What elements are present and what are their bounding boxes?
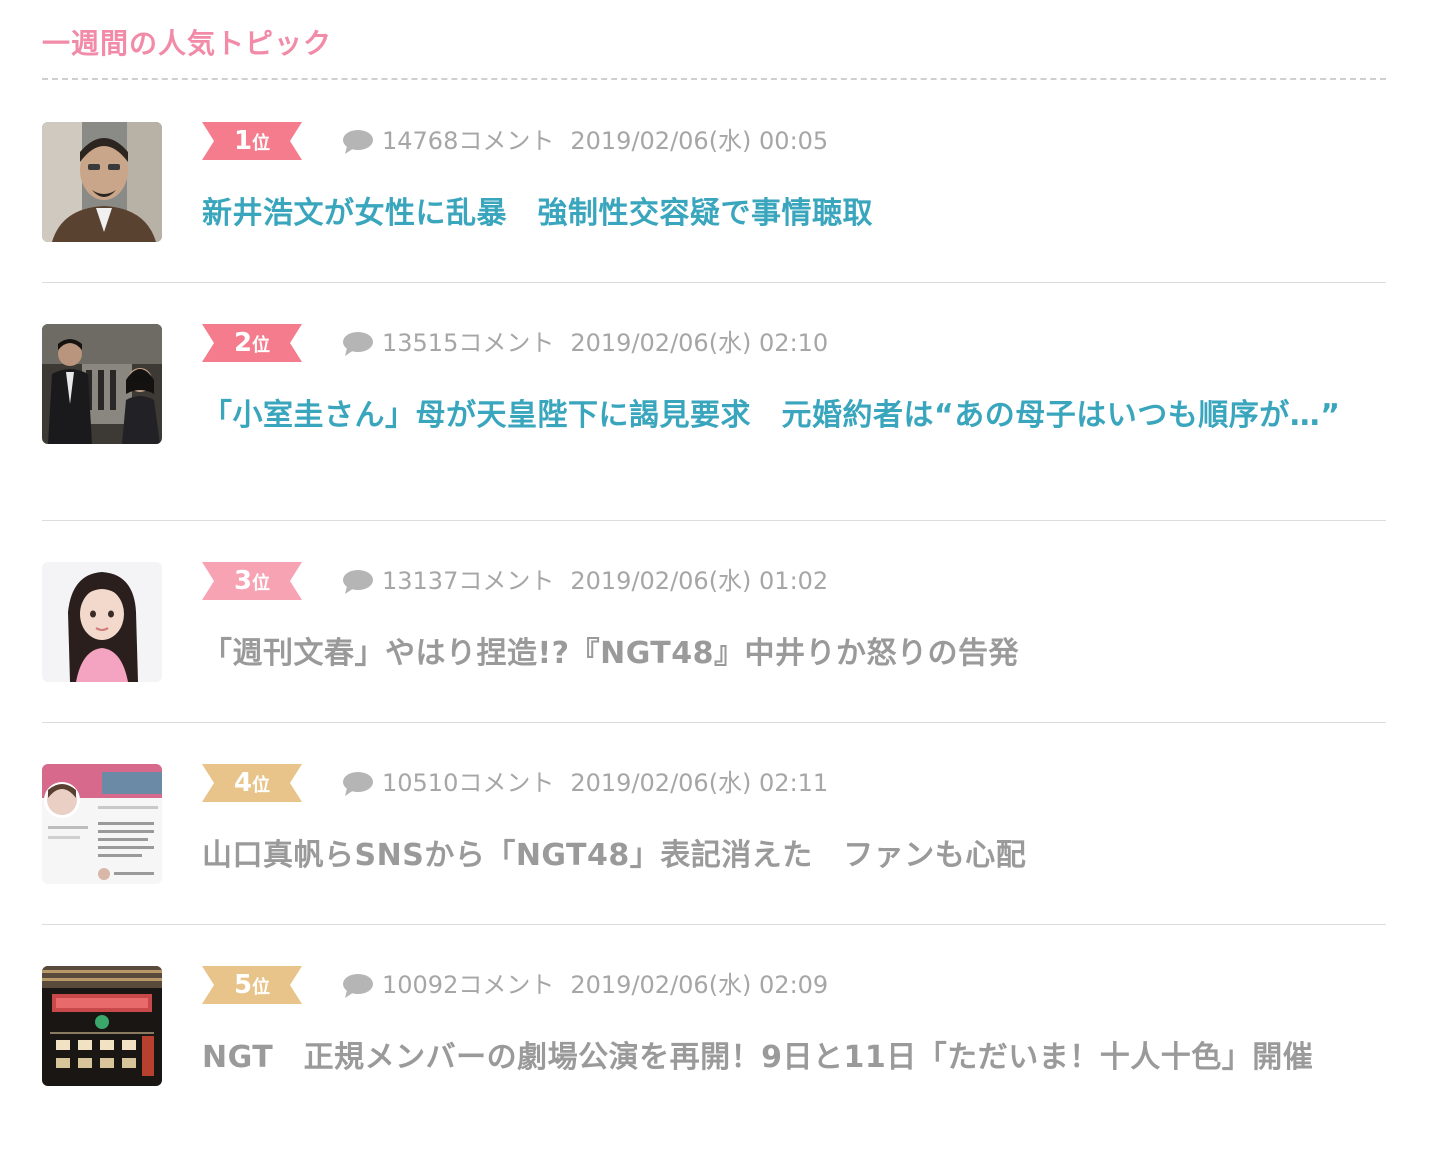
topic-thumbnail[interactable] (42, 324, 162, 444)
rank-badge: 3位 (202, 562, 302, 600)
comment-bubble-icon (342, 129, 374, 155)
rank-number: 4 (233, 768, 253, 798)
comment-bubble-icon (342, 973, 374, 999)
topic-meta: 13515コメント 2019/02/06(水) 02:10 (342, 326, 828, 360)
post-date: 2019/02/06(水) 02:11 (570, 769, 829, 797)
item-divider (42, 924, 1386, 925)
topic-thumbnail[interactable] (42, 562, 162, 682)
post-date: 2019/02/06(水) 00:05 (570, 127, 829, 155)
topic-meta: 14768コメント 2019/02/06(水) 00:05 (342, 124, 828, 158)
section-title: 一週間の人気トピック (42, 27, 333, 60)
rank-suffix: 位 (252, 573, 271, 594)
post-date: 2019/02/06(水) 02:10 (570, 329, 829, 357)
topic-title-link[interactable]: 山口真帆らSNSから「NGT48」表記消えた ファンも心配 (202, 834, 1362, 878)
topic-title-link[interactable]: 「週刊文春」やはり捏造!?『NGT48』中井りか怒りの告発 (202, 632, 1362, 676)
comment-count: 13515コメント (382, 329, 555, 357)
title-divider (42, 78, 1386, 80)
topic-title-link[interactable]: NGT 正規メンバーの劇場公演を再開！9日と11日「ただいま！十人十色」開催 (202, 1036, 1362, 1080)
topic-thumbnail[interactable] (42, 764, 162, 884)
comment-count: 13137コメント (382, 567, 555, 595)
popular-topics-widget: 一週間の人気トピック 1位 14768コメント 2019/02/06(水) 00… (0, 0, 1436, 1161)
rank-badge: 4位 (202, 764, 302, 802)
rank-badge: 2位 (202, 324, 302, 362)
rank-badge: 1位 (202, 122, 302, 160)
post-date: 2019/02/06(水) 02:09 (570, 971, 829, 999)
topic-meta: 10092コメント 2019/02/06(水) 02:09 (342, 968, 828, 1002)
comment-count: 10510コメント (382, 769, 555, 797)
comment-bubble-icon (342, 569, 374, 595)
item-divider (42, 722, 1386, 723)
topic-title-link[interactable]: 「小室圭さん」母が天皇陛下に謁見要求 元婚約者は“あの母子はいつも順序が…” (202, 394, 1362, 438)
comment-bubble-icon (342, 331, 374, 357)
topic-thumbnail[interactable] (42, 122, 162, 242)
topic-meta: 13137コメント 2019/02/06(水) 01:02 (342, 564, 828, 598)
topic-thumbnail[interactable] (42, 966, 162, 1086)
post-date: 2019/02/06(水) 01:02 (570, 567, 829, 595)
rank-suffix: 位 (252, 335, 271, 356)
topic-title-link[interactable]: 新井浩文が女性に乱暴 強制性交容疑で事情聴取 (202, 192, 1362, 236)
rank-suffix: 位 (252, 977, 271, 998)
comment-count: 14768コメント (382, 127, 555, 155)
rank-number: 2 (233, 328, 253, 358)
rank-number: 1 (233, 126, 253, 156)
rank-suffix: 位 (252, 775, 271, 796)
rank-number: 3 (233, 566, 253, 596)
comment-bubble-icon (342, 771, 374, 797)
item-divider (42, 520, 1386, 521)
rank-suffix: 位 (252, 133, 271, 154)
comment-count: 10092コメント (382, 971, 555, 999)
topic-meta: 10510コメント 2019/02/06(水) 02:11 (342, 766, 828, 800)
item-divider (42, 282, 1386, 283)
rank-badge: 5位 (202, 966, 302, 1004)
rank-number: 5 (233, 970, 253, 1000)
